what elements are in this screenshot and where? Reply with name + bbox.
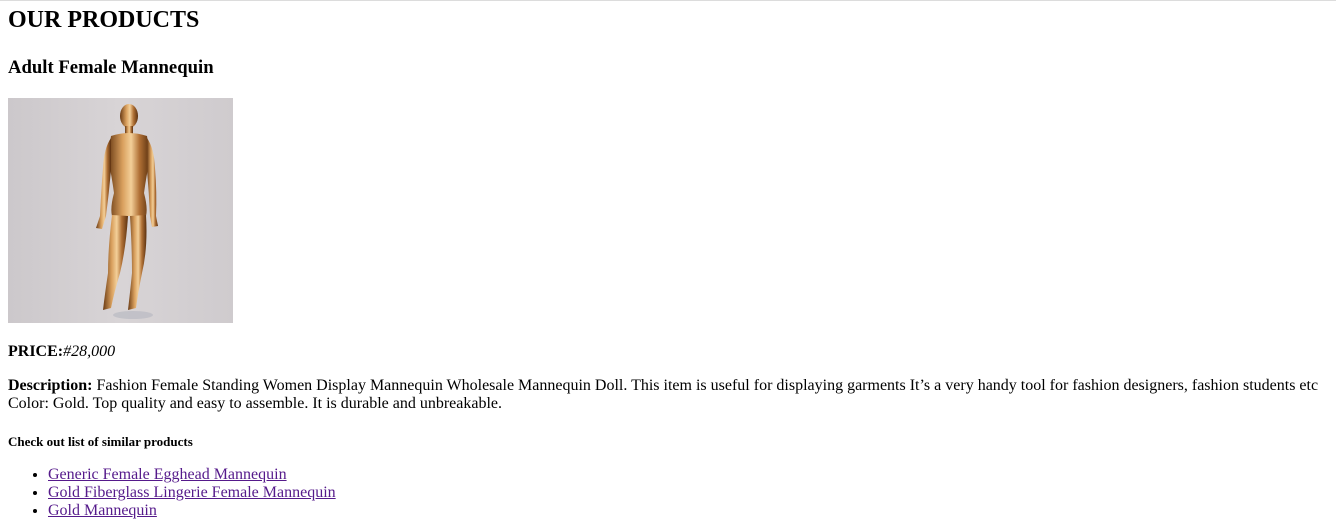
list-item: Gold Fiberglass Lingerie Female Mannequi… [48, 484, 1328, 502]
top-divider [0, 0, 1336, 1]
similar-product-link[interactable]: Gold Mannequin [48, 502, 157, 519]
description-label: Description: [8, 377, 93, 394]
product-description: Description: Fashion Female Standing Wom… [8, 377, 1328, 413]
list-item: Gold Mannequin [48, 502, 1328, 520]
page-title: OUR PRODUCTS [8, 7, 200, 33]
similar-product-link[interactable]: Gold Fiberglass Lingerie Female Mannequi… [48, 484, 336, 501]
similar-products-list: Generic Female Egghead Mannequin Gold Fi… [8, 466, 1328, 520]
similar-products-heading: Check out list of similar products [8, 434, 193, 449]
page-content: OUR PRODUCTS Adult Female Mannequin PRIC… [0, 7, 1336, 520]
product-name: Adult Female Mannequin [8, 57, 214, 78]
list-item: Generic Female Egghead Mannequin [48, 466, 1328, 484]
mannequin-illustration [96, 104, 158, 319]
product-image [8, 98, 233, 323]
price-label: PRICE: [8, 343, 64, 360]
description-text: Fashion Female Standing Women Display Ma… [8, 377, 1319, 412]
price-line: PRICE:#28,000 [8, 343, 1328, 361]
price-value: #28,000 [63, 343, 116, 360]
similar-product-link[interactable]: Generic Female Egghead Mannequin [48, 466, 287, 483]
